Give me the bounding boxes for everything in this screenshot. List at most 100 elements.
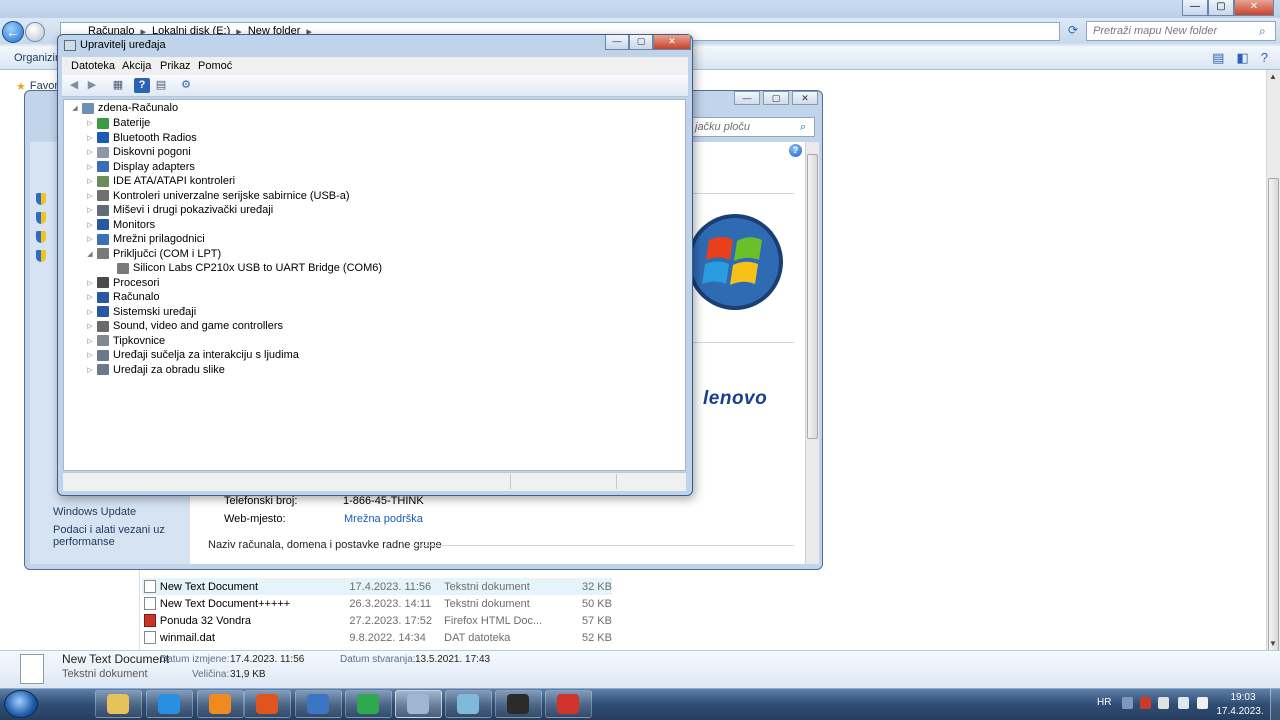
explorer-scrollbar[interactable]: ▲ ▼ bbox=[1266, 70, 1280, 718]
windows-update-link[interactable]: Windows Update bbox=[53, 506, 136, 518]
file-row[interactable]: New Text Document 17.4.2023. 11:56 Tekst… bbox=[142, 578, 612, 595]
device-category[interactable]: ▷ Uređaji sučelja za interakciju s ljudim… bbox=[86, 348, 299, 362]
device-category[interactable]: ▷ Monitors bbox=[86, 218, 155, 232]
explorer-caption-buttons: — ▢ ✕ bbox=[1182, 0, 1274, 16]
minimize-button[interactable]: — bbox=[1182, 0, 1208, 16]
collapsed-arrow-icon[interactable]: ▷ bbox=[86, 322, 94, 330]
scroll-thumb[interactable] bbox=[1268, 178, 1279, 718]
toolbox-icon bbox=[557, 694, 579, 714]
minimize-button[interactable]: — bbox=[605, 35, 629, 50]
device-category[interactable]: ▷ Display adapters bbox=[86, 160, 195, 174]
scan-hardware-icon[interactable]: ⚙ bbox=[178, 78, 194, 93]
tray-expand-icon[interactable] bbox=[1122, 697, 1133, 709]
usb-icon bbox=[97, 190, 109, 201]
device-category[interactable]: ▷ Računalo bbox=[86, 290, 159, 304]
clock-time[interactable]: 19:03 bbox=[1222, 692, 1264, 703]
menu-help[interactable]: Pomoć bbox=[198, 60, 232, 72]
file-row[interactable]: New Text Document+++++ 26.3.2023. 14:11 … bbox=[142, 595, 612, 612]
menu-file[interactable]: Datoteka bbox=[71, 60, 115, 72]
show-hidden-icon[interactable]: ▤ bbox=[153, 78, 169, 93]
maximize-button[interactable]: ▢ bbox=[763, 91, 789, 105]
dat-file-icon bbox=[144, 631, 156, 644]
search-icon[interactable]: ⌕ bbox=[1259, 24, 1266, 39]
minimize-button[interactable]: — bbox=[734, 91, 760, 105]
collapsed-arrow-icon[interactable]: ▷ bbox=[86, 235, 94, 243]
tree-root[interactable]: ◢ zdena-Računalo bbox=[71, 101, 178, 115]
collapsed-arrow-icon[interactable]: ▷ bbox=[86, 337, 94, 345]
menu-action[interactable]: Akcija bbox=[122, 60, 151, 72]
device-category[interactable]: ▷ Sistemski uređaji bbox=[86, 305, 196, 319]
phone-value: 1-866-45-THINK bbox=[343, 495, 424, 507]
close-button[interactable]: ✕ bbox=[653, 35, 691, 50]
tree-label: Display adapters bbox=[113, 160, 195, 173]
menu-view[interactable]: Prikaz bbox=[160, 60, 191, 72]
device-category[interactable]: ▷ Sound, video and game controllers bbox=[86, 319, 283, 333]
collapsed-arrow-icon[interactable]: ▷ bbox=[86, 351, 94, 359]
preview-pane-icon[interactable]: ◧ bbox=[1236, 50, 1248, 66]
antivirus-icon[interactable] bbox=[1140, 697, 1151, 709]
start-button[interactable] bbox=[4, 690, 38, 718]
search-icon[interactable]: ⌕ bbox=[800, 121, 806, 134]
back-arrow-icon[interactable]: ← bbox=[2, 21, 24, 43]
performance-link[interactable]: Podaci i alati vezani uz performanse bbox=[53, 524, 173, 548]
collapsed-arrow-icon[interactable]: ▷ bbox=[86, 279, 94, 287]
maximize-button[interactable]: ▢ bbox=[1208, 0, 1234, 16]
forward-arrow-icon[interactable] bbox=[25, 22, 45, 42]
device-category[interactable]: ▷ Bluetooth Radios bbox=[86, 131, 196, 145]
file-date: 17.4.2023. 11:56 bbox=[349, 580, 432, 593]
scroll-thumb[interactable] bbox=[807, 154, 818, 439]
show-desktop-button[interactable] bbox=[1270, 689, 1280, 720]
collapsed-arrow-icon[interactable]: ▷ bbox=[86, 366, 94, 374]
scroll-down-icon[interactable]: ▼ bbox=[1269, 639, 1277, 648]
close-button[interactable]: ✕ bbox=[792, 91, 818, 105]
file-type: Firefox HTML Doc... bbox=[444, 614, 543, 627]
collapsed-arrow-icon[interactable]: ▷ bbox=[86, 221, 94, 229]
tree-scrollbar[interactable] bbox=[686, 99, 690, 165]
details-modified-label: Datum izmjene: bbox=[160, 654, 230, 665]
maximize-button[interactable]: ▢ bbox=[629, 35, 653, 50]
device-category[interactable]: ▷ Miševi i drugi pokazivački uređaji bbox=[86, 203, 273, 217]
device-category[interactable]: ▷ Kontroleri univerzalne serijske sabirni… bbox=[86, 189, 349, 203]
network-icon[interactable] bbox=[1178, 697, 1189, 709]
device-category[interactable]: ▷ Baterije bbox=[86, 116, 150, 130]
language-indicator[interactable]: HR bbox=[1097, 697, 1111, 708]
close-button[interactable]: ✕ bbox=[1234, 0, 1274, 16]
expanded-arrow-icon[interactable]: ◢ bbox=[71, 104, 79, 112]
collapsed-arrow-icon[interactable]: ▷ bbox=[86, 163, 94, 171]
collapsed-arrow-icon[interactable]: ▷ bbox=[86, 192, 94, 200]
device-category[interactable]: ▷ Tipkovnice bbox=[86, 334, 165, 348]
device-category[interactable]: ▷ Uređaji za obradu slike bbox=[86, 363, 225, 377]
view-options-icon[interactable]: ▤ bbox=[1212, 50, 1224, 66]
forward-arrow-icon[interactable]: ▶ bbox=[84, 78, 100, 93]
device-category[interactable]: ▷ Diskovni pogoni bbox=[86, 145, 190, 159]
divider bbox=[690, 342, 794, 343]
collapsed-arrow-icon[interactable]: ▷ bbox=[86, 119, 94, 127]
clock-date[interactable]: 17.4.2023. bbox=[1215, 706, 1265, 717]
file-row[interactable]: winmail.dat 9.8.2022. 14:34 DAT datoteka… bbox=[142, 629, 612, 646]
refresh-icon[interactable]: ⟳ bbox=[1064, 23, 1082, 39]
device-category[interactable]: ◢ Priključci (COM i LPT) bbox=[86, 247, 221, 261]
collapsed-arrow-icon[interactable]: ▷ bbox=[86, 148, 94, 156]
collapsed-arrow-icon[interactable]: ▷ bbox=[86, 308, 94, 316]
device-category[interactable]: ▷ Mrežni prilagodnici bbox=[86, 232, 204, 246]
expanded-arrow-icon[interactable]: ◢ bbox=[86, 250, 94, 258]
help-icon[interactable]: ? bbox=[134, 78, 150, 93]
scroll-up-icon[interactable]: ▲ bbox=[1269, 72, 1277, 81]
help-icon[interactable]: ? bbox=[789, 144, 802, 157]
device-category[interactable]: ▷ IDE ATA/ATAPI kontroleri bbox=[86, 174, 235, 188]
collapsed-arrow-icon[interactable]: ▷ bbox=[86, 293, 94, 301]
help-icon[interactable]: ? bbox=[1261, 50, 1268, 66]
back-arrow-icon[interactable]: ◀ bbox=[66, 78, 82, 93]
text-file-icon bbox=[144, 597, 156, 610]
device-item[interactable]: Silicon Labs CP210x USB to UART Bridge (… bbox=[117, 261, 382, 275]
online-support-link[interactable]: Mrežna podrška bbox=[344, 513, 423, 525]
collapsed-arrow-icon[interactable]: ▷ bbox=[86, 177, 94, 185]
device-category[interactable]: ▷ Procesori bbox=[86, 276, 159, 290]
file-row[interactable]: Ponuda 32 Vondra 27.2.2023. 17:52 Firefo… bbox=[142, 612, 612, 629]
volume-icon[interactable] bbox=[1197, 697, 1208, 709]
collapsed-arrow-icon[interactable]: ▷ bbox=[86, 206, 94, 214]
system-scrollbar[interactable] bbox=[805, 142, 819, 564]
safely-remove-icon[interactable] bbox=[1158, 697, 1169, 709]
properties-icon[interactable]: ▦ bbox=[110, 78, 126, 93]
collapsed-arrow-icon[interactable]: ▷ bbox=[86, 134, 94, 142]
